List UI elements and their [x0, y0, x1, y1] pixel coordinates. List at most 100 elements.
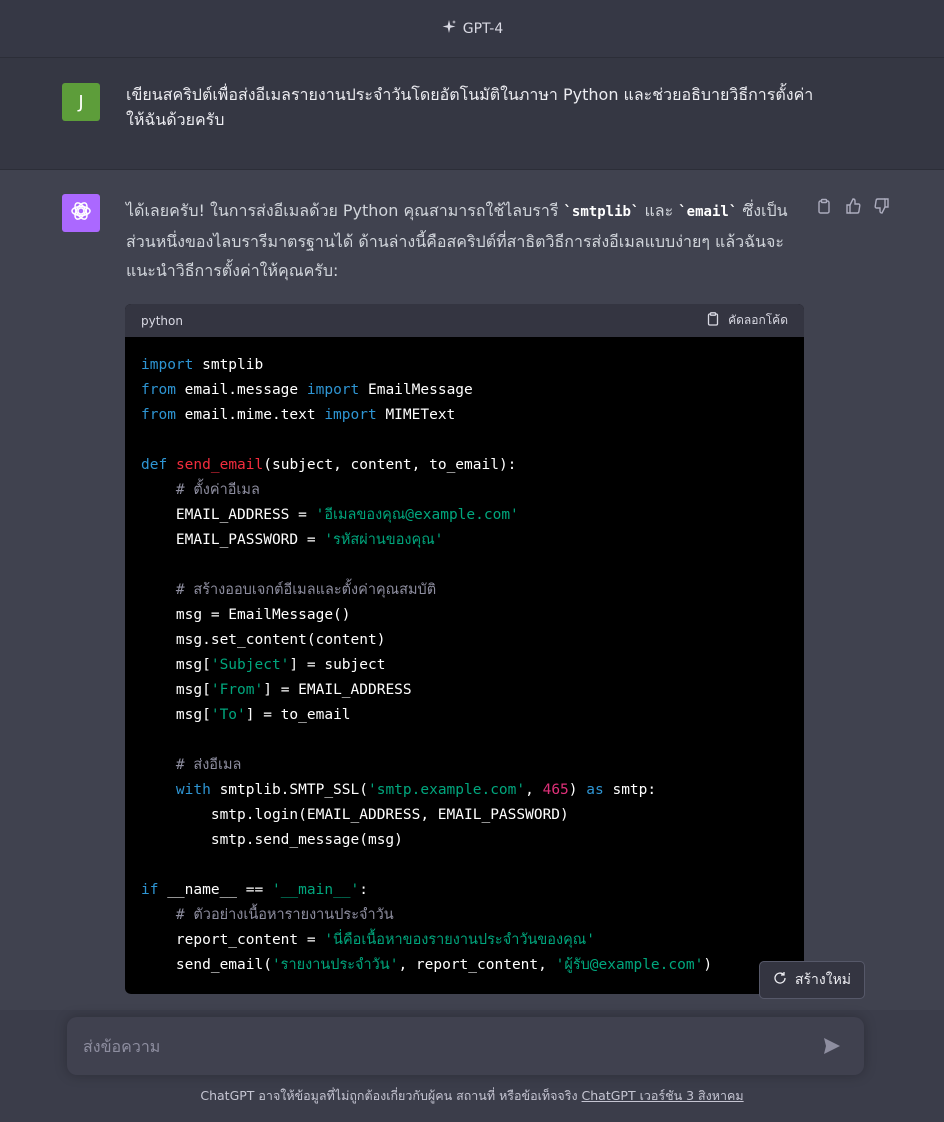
- code-token: :: [359, 882, 369, 898]
- code-line: from email.mime.text import MIMEText: [141, 403, 788, 428]
- code-token: as: [586, 782, 604, 798]
- copy-code-label: คัดลอกโค้ด: [728, 313, 788, 327]
- code-token: from: [141, 407, 176, 423]
- code-line: send_email('รายงานประจำวัน', report_cont…: [141, 953, 788, 978]
- code-token: 'From': [210, 682, 264, 698]
- code-token: 465: [542, 782, 569, 798]
- code-token: msg[: [141, 707, 211, 723]
- code-line: import smtplib: [141, 353, 788, 378]
- clipboard-icon[interactable]: [816, 198, 832, 214]
- code-line: if __name__ == '__main__':: [141, 878, 788, 903]
- footer-disclaimer: ChatGPT อาจให้ข้อมูลที่ไม่ถูกต้องเกี่ยวก…: [0, 1086, 944, 1106]
- code-token: ] = subject: [289, 657, 386, 673]
- code-line: with smtplib.SMTP_SSL('smtp.example.com'…: [141, 778, 788, 803]
- thumbs-down-icon[interactable]: [874, 198, 890, 214]
- code-token: ): [568, 782, 587, 798]
- regenerate-button[interactable]: สร้างใหม่: [759, 961, 865, 999]
- code-token: , report_content,: [398, 957, 556, 973]
- code-token: 'Subject': [210, 657, 290, 673]
- message-input[interactable]: [83, 1031, 803, 1061]
- code-token: # สร้างออบเจกต์อีเมลและตั้งค่าคุณสมบัติ: [175, 582, 437, 598]
- code-token: msg[: [141, 682, 211, 698]
- thumbs-up-icon[interactable]: [845, 198, 861, 214]
- code-line: # ส่งอีเมล: [141, 753, 788, 778]
- assistant-avatar: [62, 194, 100, 232]
- code-token: if: [141, 882, 159, 898]
- code-block: python คัดลอกโค้ด import smtplib from ema…: [125, 304, 804, 994]
- code-line: def send_email(subject, content, to_emai…: [141, 453, 788, 478]
- code-line: msg['From'] = EMAIL_ADDRESS: [141, 678, 788, 703]
- code-token: 'รายงานประจำวัน': [271, 957, 399, 973]
- inline-code: `email`: [678, 204, 738, 220]
- code-token: # ตั้งค่าอีเมล: [175, 482, 260, 498]
- code-token: report_content =: [141, 932, 325, 948]
- code-token: 'ผู้รับ@example.com': [555, 957, 704, 973]
- code-token: with: [175, 782, 211, 798]
- code-token: ): [703, 957, 713, 973]
- copy-icon: [706, 312, 720, 329]
- code-token: 'To': [210, 707, 246, 723]
- code-token: msg.set_content(content): [141, 632, 386, 648]
- code-token: send_email: [175, 457, 264, 473]
- model-name[interactable]: GPT-4: [463, 21, 504, 37]
- code-line: msg.set_content(content): [141, 628, 788, 653]
- code-line: smtp.login(EMAIL_ADDRESS, EMAIL_PASSWORD…: [141, 803, 788, 828]
- code-token: import: [141, 357, 194, 373]
- code-token: smtp:: [603, 782, 657, 798]
- user-message-row: J เขียนสคริปต์เพื่อส่งอีเมลรายงานประจำวั…: [0, 58, 944, 170]
- code-token: smtplib: [193, 357, 264, 373]
- code-token: 'อีเมลของคุณ@example.com': [315, 507, 519, 523]
- code-token: smtplib.SMTP_SSL(: [210, 782, 368, 798]
- intro-text: ได้เลยครับ! ในการส่งอีเมลด้วย Python คุณ…: [126, 201, 564, 220]
- code-token: EMAIL_PASSWORD =: [141, 532, 325, 548]
- code-token: msg = EmailMessage(): [141, 607, 351, 623]
- code-content: import smtplib from email.message import …: [125, 337, 804, 978]
- user-avatar: J: [62, 83, 100, 121]
- code-line: # ตั้งค่าอีเมล: [141, 478, 788, 503]
- code-block-header: python คัดลอกโค้ด: [125, 304, 804, 337]
- message-composer: [67, 1017, 864, 1075]
- user-message-text: เขียนสคริปต์เพื่อส่งอีเมลรายงานประจำวันโ…: [126, 85, 814, 129]
- assistant-message-row: ได้เลยครับ! ในการส่งอีเมลด้วย Python คุณ…: [0, 170, 944, 1010]
- code-token: def: [141, 457, 168, 473]
- code-token: ,: [525, 782, 543, 798]
- code-token: send_email(: [141, 957, 272, 973]
- openai-logo-icon: [69, 199, 93, 227]
- code-token: email.message: [175, 382, 307, 398]
- code-token: # ตัวอย่างเนื้อหารายงานประจำวัน: [175, 907, 394, 923]
- refresh-icon: [773, 971, 787, 989]
- code-token: # ส่งอีเมล: [175, 757, 242, 773]
- copy-code-button[interactable]: คัดลอกโค้ด: [706, 311, 788, 330]
- code-token: email.mime.text: [175, 407, 325, 423]
- code-line: EMAIL_ADDRESS = 'อีเมลของคุณ@example.com…: [141, 503, 788, 528]
- release-notes-link[interactable]: ChatGPT เวอร์ชัน 3 สิงหาคม: [582, 1088, 744, 1103]
- send-icon[interactable]: [822, 1036, 842, 1056]
- regenerate-label: สร้างใหม่: [794, 972, 852, 988]
- code-line: EMAIL_PASSWORD = 'รหัสผ่านของคุณ': [141, 528, 788, 553]
- code-token: EmailMessage: [359, 382, 473, 398]
- code-token: import: [306, 382, 360, 398]
- code-token: smtp.send_message(msg): [141, 832, 403, 848]
- code-token: (subject, content, to_email):: [263, 457, 517, 473]
- code-line: msg['To'] = to_email: [141, 703, 788, 728]
- footer-text: ChatGPT อาจให้ข้อมูลที่ไม่ถูกต้องเกี่ยวก…: [200, 1088, 582, 1103]
- code-line: report_content = 'นี่คือเนื้อหาของรายงาน…: [141, 928, 788, 953]
- top-bar: GPT-4: [0, 0, 944, 58]
- code-token: 'รหัสผ่านของคุณ': [324, 532, 444, 548]
- code-token: msg[: [141, 657, 211, 673]
- code-token: from: [141, 382, 176, 398]
- inline-code: `smtplib`: [563, 204, 640, 220]
- code-line: msg['Subject'] = subject: [141, 653, 788, 678]
- code-token: 'smtp.example.com': [367, 782, 526, 798]
- code-line: smtp.send_message(msg): [141, 828, 788, 853]
- code-language: python: [141, 313, 183, 328]
- assistant-message-intro: ได้เลยครับ! ในการส่งอีเมลด้วย Python คุณ…: [126, 196, 806, 285]
- code-line: # ตัวอย่างเนื้อหารายงานประจำวัน: [141, 903, 788, 928]
